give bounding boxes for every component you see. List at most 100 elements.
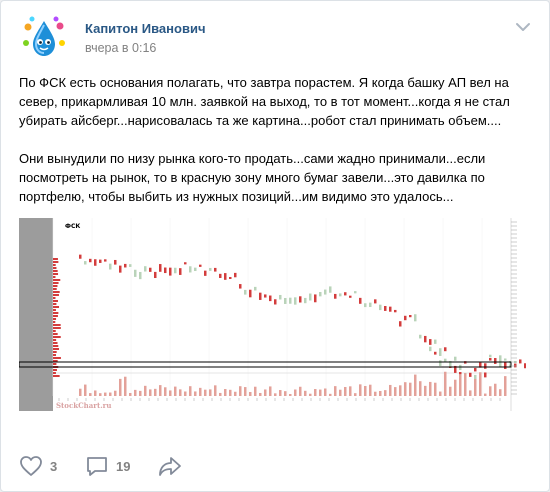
candle [469,372,472,377]
chart-title: ФСК [65,223,80,230]
candle [244,289,247,295]
comment-icon [87,457,107,476]
volume-bar [319,389,322,396]
candle [404,315,407,321]
candle [164,267,167,274]
volume-bar [339,389,342,396]
share-button[interactable] [157,454,183,478]
volume-bar [294,389,297,396]
volume-bar [374,391,377,396]
volume-bar [234,391,237,396]
volume-bar [449,386,452,396]
avatar[interactable] [19,13,69,63]
candle [259,292,262,300]
profile-bar [53,294,59,296]
profile-bar [53,264,56,266]
comment-button[interactable]: 19 [85,454,130,478]
candle [149,267,152,272]
volume-bar [274,393,277,396]
candle [234,272,237,278]
candle [434,339,437,344]
candle [119,265,122,273]
volume-bar [94,390,97,396]
volume-bar [394,387,397,396]
post-time[interactable]: вчера в 0:16 [85,41,156,55]
post-paragraph-1: По ФСК есть основания полагать, что завт… [19,75,510,128]
candle [299,296,302,303]
chart-image[interactable]: ФСК StockChart.ru [19,218,526,411]
profile-bar [53,258,58,260]
candle [324,289,327,295]
volume-bar [419,381,422,396]
volume-bar [224,389,227,396]
candle [309,293,312,301]
volume-bar [454,379,457,396]
more-options-icon[interactable] [513,19,533,35]
volume-bar [89,393,92,396]
candle [144,266,147,272]
volume-bar [369,384,372,396]
candle [94,259,97,266]
volume-bar [444,371,447,396]
candle [429,346,432,352]
profile-bar [53,273,59,275]
candle [79,254,82,259]
candle [139,271,142,280]
volume-bar [289,393,292,396]
volume-profile-panel [19,218,53,411]
candle [504,361,507,370]
profile-bar [53,348,60,350]
avatar-logo [20,14,68,62]
candle [519,359,522,364]
action-bar: 3 19 [1,446,550,486]
candle [394,309,397,313]
candle [444,347,447,352]
post-paragraph-2: Они вынудили по низу рынка кого-то прода… [19,151,486,204]
like-count: 3 [50,458,58,474]
profile-bar [53,354,57,356]
candle [409,315,412,318]
volume-bar [109,392,112,396]
profile-bar [53,342,58,344]
volume-bar [179,389,182,396]
candle [169,267,172,276]
candle [274,299,277,305]
candle [359,297,362,304]
volume-bar [84,384,87,396]
volume-bar [434,382,437,396]
candle [489,354,492,358]
volume-bar [239,386,242,396]
candle [454,356,457,361]
profile-bar [53,282,59,284]
candle [269,295,272,302]
volume-bar [399,385,402,396]
volume-bar [144,385,147,396]
volume-bar [214,385,217,396]
volume-bar [164,387,167,396]
volume-bar [254,386,257,396]
candle [439,360,442,367]
profile-bar [53,279,61,281]
candle [319,292,322,297]
author-name[interactable]: Капитон Иванович [85,21,206,36]
candle [109,263,112,270]
candle [129,264,132,267]
profile-bar [53,375,60,377]
volume-bar [484,393,487,396]
candle [439,348,442,356]
candle [304,297,307,304]
heart-icon [20,456,42,476]
candle [229,276,232,279]
profile-bar [53,351,57,353]
volume-bar [264,389,267,396]
volume-bar [194,391,197,396]
candle [374,299,377,304]
volume-bar [134,389,137,396]
profile-bar [53,327,61,329]
like-button[interactable]: 3 [19,454,57,478]
volume-bar [379,390,382,396]
candle [484,372,487,378]
candle [434,351,437,355]
candle [399,321,402,327]
watermark: StockChart.ru [56,401,111,410]
